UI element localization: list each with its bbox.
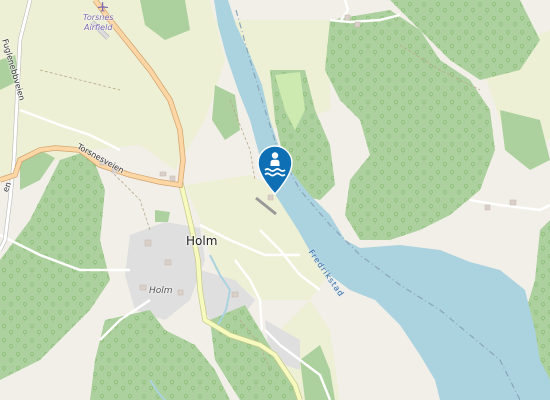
- airfield-label: Torsnes Airfield: [83, 13, 113, 33]
- airfield-label-line2: Airfield: [84, 23, 113, 32]
- bathing-spot-marker[interactable]: [254, 144, 296, 196]
- map-view[interactable]: Torsnes Airfield Fuglenebbveien Torsnesv…: [0, 0, 550, 400]
- airfield-label-line1: Torsnes: [83, 13, 114, 22]
- locality-label-holm: Holm: [149, 286, 173, 296]
- place-label-holm[interactable]: Holm: [186, 234, 217, 248]
- map-base-layer: [0, 0, 550, 400]
